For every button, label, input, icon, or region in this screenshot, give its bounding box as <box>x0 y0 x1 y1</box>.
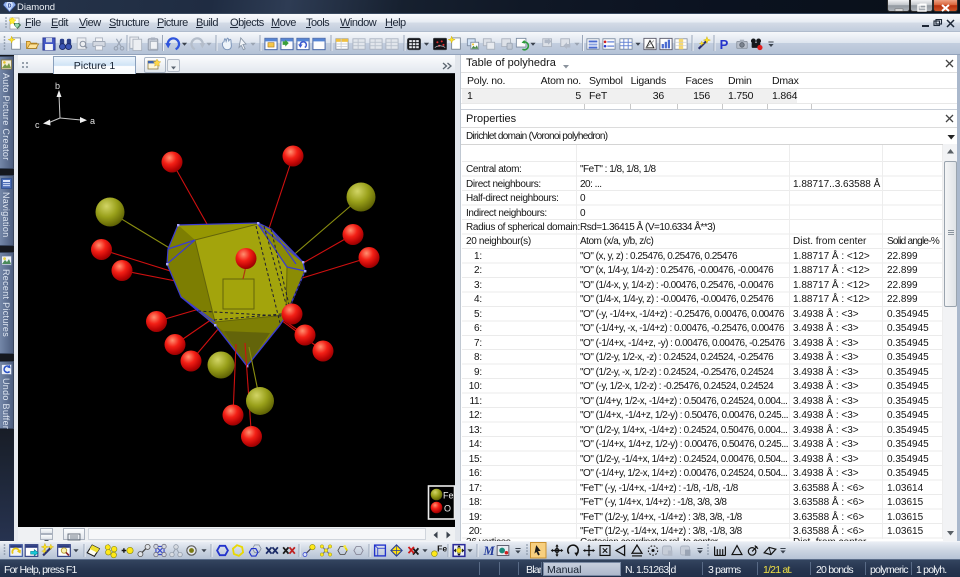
svg-text:Fe: Fe <box>437 543 447 553</box>
svg-text:D: D <box>8 4 12 10</box>
svg-text:Fe: Fe <box>443 491 454 501</box>
svg-text:a: a <box>90 116 95 126</box>
svg-text:M: M <box>482 544 495 558</box>
svg-text:b: b <box>55 81 60 91</box>
svg-text:P: P <box>720 37 729 52</box>
svg-text:O: O <box>444 504 451 514</box>
svg-text:c: c <box>35 120 40 130</box>
